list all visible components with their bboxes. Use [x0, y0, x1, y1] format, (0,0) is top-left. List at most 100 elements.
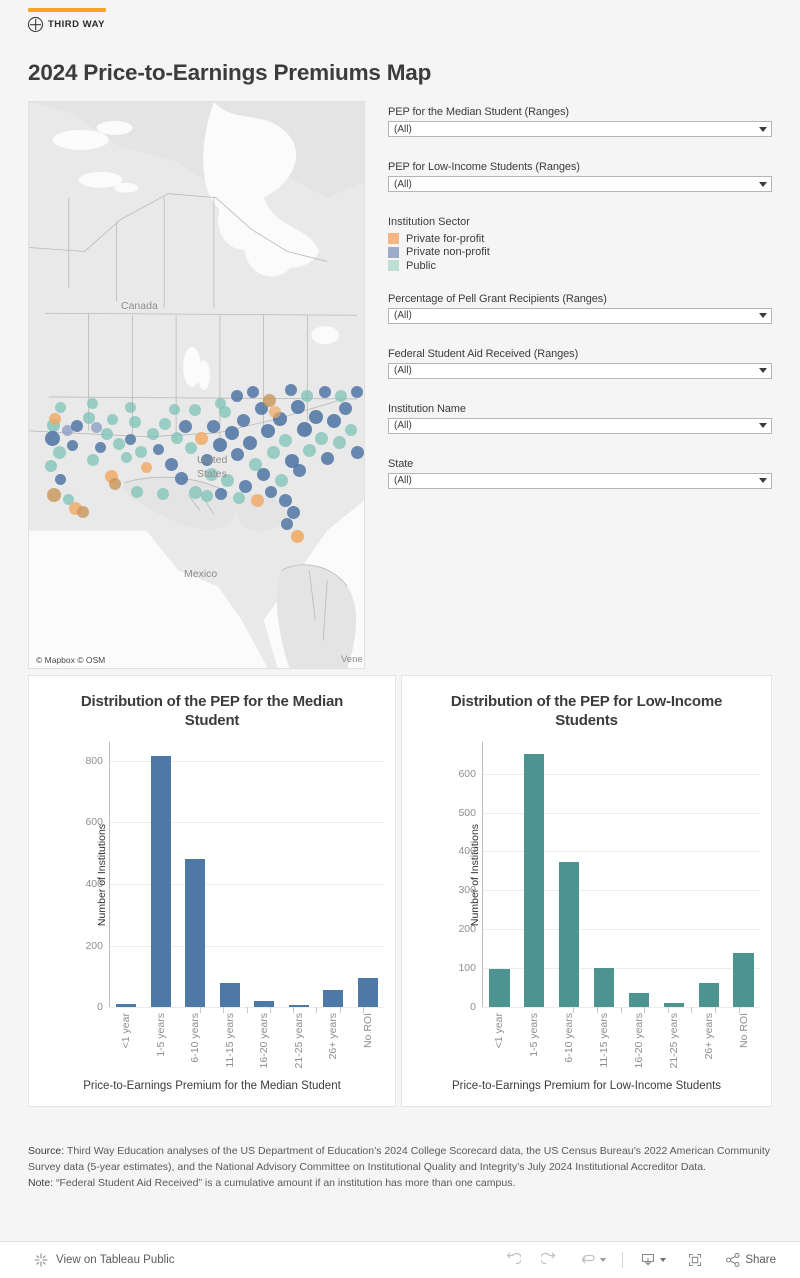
map-point[interactable] [189, 404, 201, 416]
map-point[interactable] [45, 431, 60, 446]
bar[interactable] [150, 756, 171, 1008]
bar[interactable] [116, 1004, 137, 1008]
map-point[interactable] [201, 490, 213, 502]
map-point[interactable] [179, 420, 192, 433]
fullscreen-button[interactable] [676, 1242, 714, 1278]
bar[interactable] [628, 993, 650, 1008]
map-point[interactable] [67, 440, 78, 451]
map-point[interactable] [231, 390, 243, 402]
map-point[interactable] [159, 418, 171, 430]
map-point[interactable] [157, 488, 169, 500]
map-point[interactable] [171, 432, 183, 444]
map-point[interactable] [135, 446, 147, 458]
map-point[interactable] [233, 492, 245, 504]
map-point[interactable] [107, 414, 118, 425]
map-point[interactable] [345, 424, 357, 436]
map-point[interactable] [279, 434, 292, 447]
map-point[interactable] [87, 454, 99, 466]
redo-button[interactable] [531, 1242, 569, 1278]
map-point[interactable] [303, 444, 316, 457]
map-point[interactable] [327, 414, 341, 428]
map-point[interactable] [45, 460, 57, 472]
undo-button[interactable] [493, 1242, 531, 1278]
map-point[interactable] [351, 446, 364, 459]
map-point[interactable] [319, 386, 331, 398]
map-point[interactable] [129, 416, 141, 428]
legend-item-public[interactable]: Public [388, 259, 772, 273]
bar[interactable] [733, 952, 754, 1008]
map-point[interactable] [87, 398, 98, 409]
map-point[interactable] [121, 452, 132, 463]
bar[interactable] [489, 969, 510, 1008]
filter-federal-student-aid-select[interactable]: (All) [388, 362, 772, 379]
filter-state-select[interactable]: (All) [388, 472, 772, 489]
map-attribution[interactable]: © Mapbox © OSM [33, 655, 109, 665]
map-point[interactable] [125, 402, 136, 413]
map-point[interactable] [231, 448, 244, 461]
view-on-tableau-public-link[interactable]: View on Tableau Public [33, 1252, 175, 1268]
map-point[interactable] [185, 442, 197, 454]
filter-pell-select[interactable]: (All) [388, 307, 772, 324]
map-point[interactable] [351, 386, 363, 398]
map-point[interactable] [333, 436, 346, 449]
map-point[interactable] [147, 428, 159, 440]
map-point[interactable] [293, 464, 306, 477]
download-button[interactable] [629, 1242, 676, 1278]
map-point[interactable] [109, 478, 121, 490]
map-point[interactable] [243, 436, 257, 450]
filter-pep-lowincome-select[interactable]: (All) [388, 176, 772, 192]
map-point[interactable] [301, 390, 313, 402]
map-point[interactable] [49, 413, 61, 425]
map-point[interactable] [309, 410, 323, 424]
map-point[interactable] [237, 414, 250, 427]
map-point[interactable] [275, 474, 288, 487]
map-point[interactable] [215, 488, 227, 500]
map-point[interactable] [225, 426, 239, 440]
bar[interactable] [593, 968, 615, 1008]
revert-button[interactable] [569, 1242, 616, 1278]
map-point[interactable] [261, 424, 275, 438]
map-point[interactable] [47, 488, 61, 502]
bar[interactable] [219, 983, 240, 1008]
map-point[interactable] [169, 404, 180, 415]
map-point[interactable] [175, 472, 188, 485]
map-point[interactable] [113, 438, 125, 450]
map-point[interactable] [77, 506, 89, 518]
map-point[interactable] [53, 446, 66, 459]
map-point[interactable] [189, 486, 202, 499]
map-view[interactable]: Canada United States Mexico Vene Colombi… [28, 101, 365, 669]
map-point[interactable] [265, 486, 277, 498]
filter-pep-median-select[interactable]: (All) [388, 121, 772, 137]
map-point[interactable] [251, 494, 264, 507]
bar[interactable] [698, 983, 719, 1008]
map-point[interactable] [101, 428, 113, 440]
map-point[interactable] [297, 422, 312, 437]
bar[interactable] [357, 978, 378, 1008]
filter-institution-name-select[interactable]: (All) [388, 417, 772, 434]
map-point[interactable] [247, 386, 259, 398]
map-point[interactable] [213, 438, 227, 452]
legend-item-private-for-profit[interactable]: Private for-profit [388, 232, 772, 246]
map-point[interactable] [95, 442, 106, 453]
map-point[interactable] [195, 432, 208, 445]
map-point[interactable] [55, 474, 66, 485]
bar[interactable] [559, 862, 580, 1008]
map-point[interactable] [339, 402, 352, 415]
map-point[interactable] [267, 446, 280, 459]
map-point[interactable] [257, 468, 270, 481]
map-point[interactable] [335, 390, 347, 402]
map-point[interactable] [207, 420, 220, 433]
map-point[interactable] [315, 432, 328, 445]
bar[interactable] [524, 754, 545, 1008]
map-point[interactable] [281, 518, 293, 530]
map-point[interactable] [291, 400, 305, 414]
map-point[interactable] [269, 406, 281, 418]
map-point[interactable] [165, 458, 178, 471]
bar[interactable] [323, 990, 344, 1008]
map-point[interactable] [321, 452, 334, 465]
bar[interactable] [185, 858, 206, 1008]
map-point[interactable] [239, 480, 252, 493]
map-point[interactable] [55, 402, 66, 413]
map-point[interactable] [215, 398, 226, 409]
map-point[interactable] [125, 434, 136, 445]
